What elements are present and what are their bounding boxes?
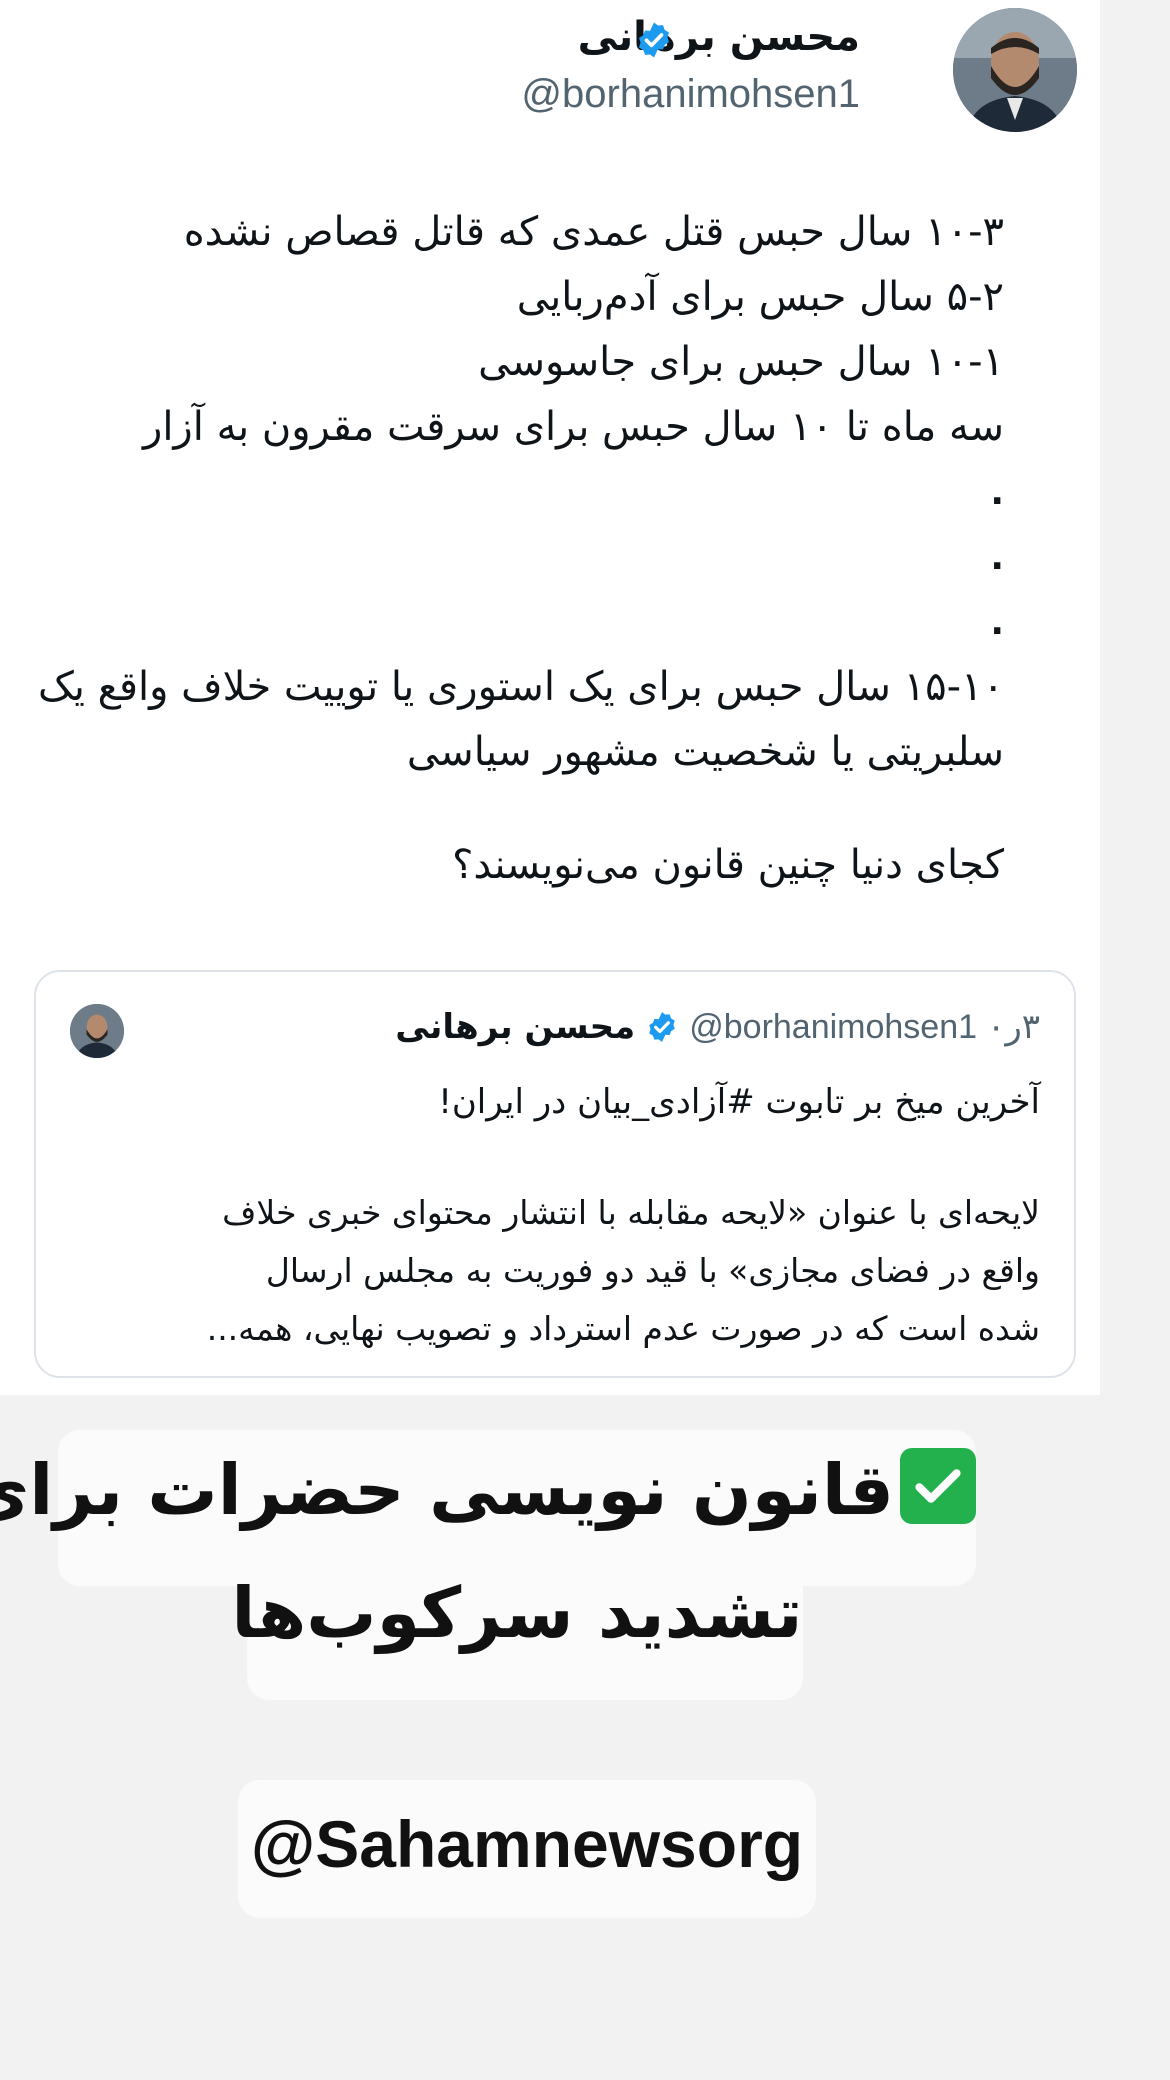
tweet-line: . bbox=[990, 537, 1004, 578]
tweet-line: . bbox=[990, 472, 1004, 513]
tweet-line: ۱۵-۱۰ سال حبس برای یک استوری یا توییت خل… bbox=[37, 664, 1004, 710]
caption-line-2: تشدید سرکوب‌ها bbox=[231, 1572, 803, 1654]
tweet-line: ۵-۲ سال حبس برای آدم‌ربایی bbox=[516, 274, 1004, 320]
check-mark-button-icon bbox=[900, 1448, 976, 1524]
tweet-card: محسن برهانی @borhanimohsen1 ۱۰-۳ سال حبس… bbox=[0, 0, 1100, 1395]
tweet-line: ۱۰-۳ سال حبس قتل عمدی که قاتل قصاص نشده bbox=[183, 209, 1004, 255]
quoted-tweet-line: واقع در فضای مجازی» با قید دو فوریت به م… bbox=[265, 1251, 1040, 1290]
quoted-tweet-author[interactable]: محسن برهانی bbox=[395, 1007, 635, 1047]
author-name[interactable]: محسن برهانی bbox=[578, 14, 860, 60]
quoted-tweet-handle[interactable]: @borhanimohsen1 bbox=[689, 1008, 977, 1047]
caption-line-1-text: قانون نویسی حضرات برای bbox=[0, 1449, 894, 1531]
caption-line-1: قانون نویسی حضرات برای bbox=[0, 1448, 976, 1531]
quoted-tweet-line: شده است که در صورت عدم استرداد و تصویب ن… bbox=[206, 1309, 1040, 1348]
quoted-tweet-headline: آخرین میخ بر تابوت #آزادی_بیان در ایران! bbox=[438, 1082, 1040, 1122]
quoted-tweet-header: ۳ر۰ @borhanimohsen1 محسن برهانی bbox=[395, 1002, 1040, 1052]
quoted-tweet-time: ۳ر۰ bbox=[987, 1007, 1040, 1047]
verified-badge-icon bbox=[634, 20, 674, 60]
author-handle[interactable]: @borhanimohsen1 bbox=[521, 72, 860, 117]
verified-badge-icon bbox=[645, 1010, 679, 1044]
quoted-author-avatar[interactable] bbox=[70, 1004, 124, 1058]
tweet-line: سه ماه تا ۱۰ سال حبس برای سرقت مقرون به … bbox=[143, 404, 1004, 450]
tweet-line: . bbox=[990, 602, 1004, 643]
quoted-tweet-line: لایحه‌ای با عنوان «لایحه مقابله با انتشا… bbox=[222, 1193, 1040, 1232]
tweet-question: کجای دنیا چنین قانون می‌نویسند؟ bbox=[452, 842, 1004, 888]
quoted-tweet-body: لایحه‌ای با عنوان «لایحه مقابله با انتشا… bbox=[60, 1184, 1040, 1358]
tweet-text: ۱۰-۳ سال حبس قتل عمدی که قاتل قصاص نشده … bbox=[0, 200, 1004, 785]
brand-handle[interactable]: @Sahamnewsorg bbox=[238, 1806, 816, 1882]
author-avatar[interactable] bbox=[953, 8, 1077, 132]
tweet-line: سلبریتی یا شخصیت مشهور سیاسی bbox=[406, 729, 1004, 775]
tweet-line: ۱۰-۱ سال حبس برای جاسوسی bbox=[478, 339, 1004, 385]
quoted-tweet[interactable]: ۳ر۰ @borhanimohsen1 محسن برهانی آخرین می… bbox=[34, 970, 1076, 1378]
